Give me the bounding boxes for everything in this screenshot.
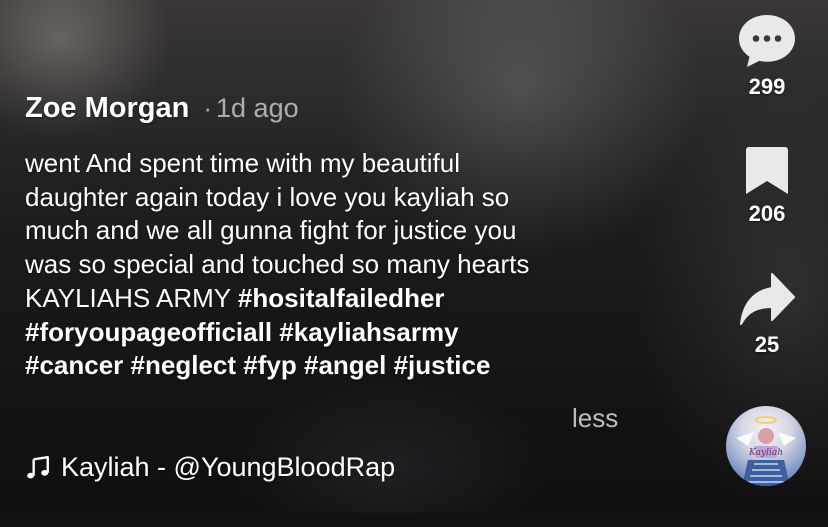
hashtag-link[interactable]: #kayliahsarmy: [279, 317, 458, 347]
description-tail: KAYLIAHS ARMY: [25, 282, 238, 313]
music-info[interactable]: Kayliah - @YoungBloodRap: [25, 452, 395, 483]
author-line: Zoe Morgan · 1d ago: [25, 92, 635, 125]
description-line: was so special and touched so many heart…: [25, 249, 530, 280]
description-line: #foryoupageofficiall #kayliahsarmy: [25, 316, 635, 350]
author-name[interactable]: Zoe Morgan: [25, 92, 189, 125]
share-icon: [740, 273, 795, 325]
hashtag-link[interactable]: #angel: [304, 350, 386, 380]
comment-icon: [739, 15, 795, 67]
bottom-bar: [0, 513, 828, 527]
hashtag-link[interactable]: #hositalfailedher: [238, 283, 445, 313]
separator-dot: ·: [203, 93, 213, 123]
music-note-icon: [27, 455, 49, 478]
comment-count: 299: [748, 74, 786, 99]
description-line: much and we all gunna fight for justice …: [25, 215, 517, 246]
hashtag-link[interactable]: #cancer: [25, 350, 123, 380]
hashtag-link[interactable]: #foryoupageofficiall: [25, 317, 272, 347]
sound-disc-icon: Kayliah: [736, 416, 796, 486]
description-line: went And spent time with my beautiful: [25, 148, 461, 178]
post-caption: Zoe Morgan · 1d ago went And spent time …: [25, 92, 635, 383]
post-description: went And spent time with my beautiful da…: [25, 147, 635, 383]
post-age: 1d ago: [216, 93, 299, 123]
hashtag-link[interactable]: #justice: [394, 350, 491, 380]
disc-text: Kayliah: [748, 448, 783, 458]
share-count: 25: [754, 332, 780, 357]
bookmark-button[interactable]: 206: [730, 145, 804, 227]
bookmark-icon: [746, 147, 788, 194]
share-button[interactable]: 25: [730, 272, 804, 358]
less-button[interactable]: less: [572, 403, 618, 434]
hashtag-link[interactable]: #fyp: [243, 350, 296, 380]
description-line: daughter again today i love you kayliah …: [25, 181, 510, 212]
music-label: Kayliah - @YoungBloodRap: [61, 452, 396, 482]
comment-button[interactable]: 299: [730, 12, 804, 100]
description-line: KAYLIAHS ARMY #hositalfailedher: [25, 282, 635, 316]
description-line: #cancer #neglect #fyp #angel #justice: [25, 349, 635, 383]
sound-disc-button[interactable]: Kayliah: [726, 406, 806, 486]
hashtag-link[interactable]: #neglect: [131, 350, 237, 380]
bookmark-count: 206: [748, 201, 786, 226]
